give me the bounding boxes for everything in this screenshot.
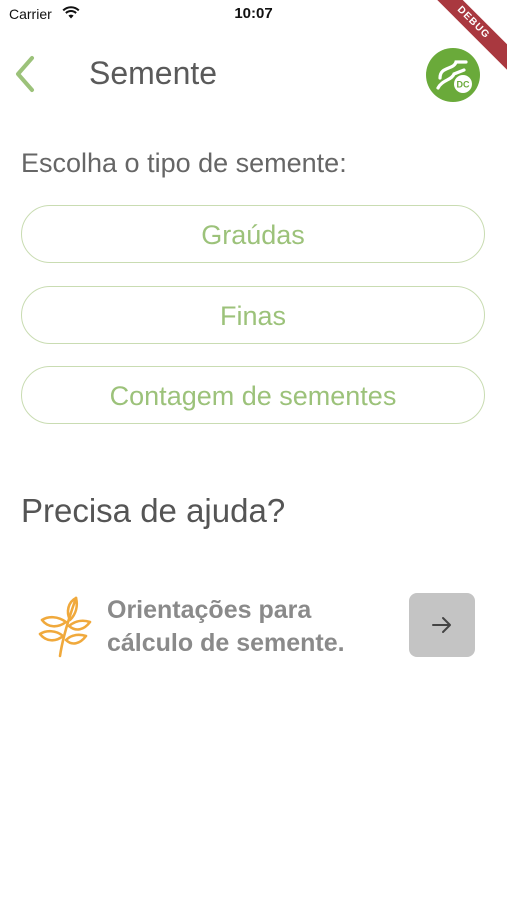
option-graudas-button[interactable]: Graúdas — [21, 205, 485, 263]
help-card-line-1: Orientações para — [107, 596, 312, 624]
help-open-button[interactable] — [409, 593, 475, 657]
option-finas-button[interactable]: Finas — [21, 286, 485, 344]
seed-type-prompt: Escolha o tipo de semente: — [21, 148, 347, 178]
page-title: Semente — [89, 55, 218, 91]
plant-icon — [36, 592, 92, 658]
option-contagem-button[interactable]: Contagem de sementes — [21, 366, 485, 424]
help-card-text: Orientações para cálculo de semente. — [107, 594, 407, 660]
back-button[interactable] — [10, 54, 44, 94]
logo-text: DC — [457, 80, 470, 90]
arrow-right-icon — [432, 617, 451, 633]
chevron-left-icon — [16, 56, 34, 92]
status-time: 10:07 — [234, 5, 273, 22]
help-heading: Precisa de ajuda? — [21, 492, 286, 529]
help-card-line-2: cálculo de semente. — [107, 629, 345, 657]
dc-logo: DC — [426, 48, 480, 102]
status-bar: Carrier 10:07 — [0, 0, 507, 28]
